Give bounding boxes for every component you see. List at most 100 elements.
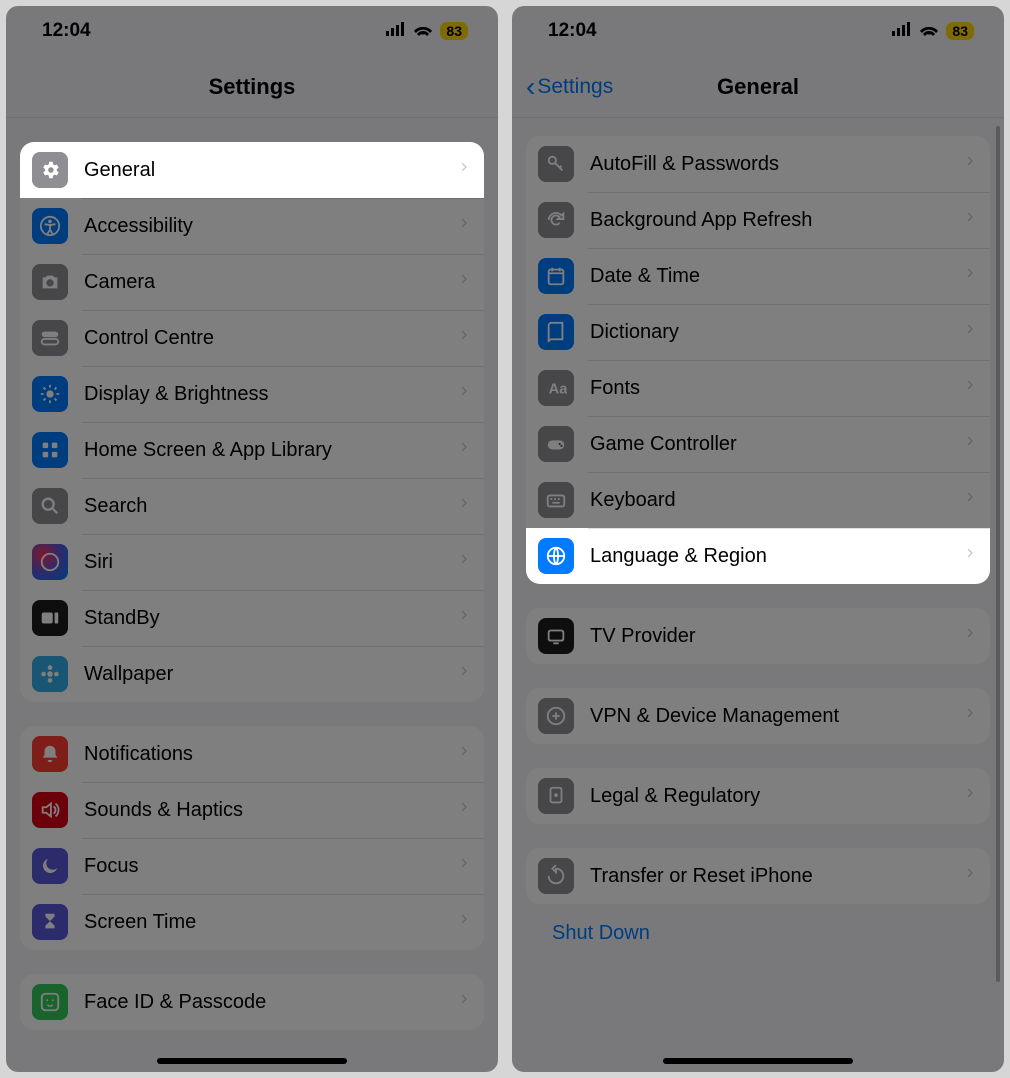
chevron-right-icon <box>964 864 976 888</box>
row-camera[interactable]: Camera <box>20 254 484 310</box>
reset-icon <box>538 858 574 894</box>
chevron-right-icon <box>458 494 470 518</box>
chevron-right-icon <box>964 376 976 400</box>
row-fonts[interactable]: Fonts <box>526 360 990 416</box>
chevron-right-icon <box>964 624 976 648</box>
settings-screen: 12:04 83 Settings GeneralAccessibilityCa… <box>6 6 498 1072</box>
row-label: Fonts <box>590 377 964 400</box>
row-label: Accessibility <box>84 215 458 238</box>
refresh-icon <box>538 202 574 238</box>
chevron-right-icon <box>964 432 976 456</box>
row-language-region[interactable]: Language & Region <box>526 528 990 584</box>
chevron-right-icon <box>458 326 470 350</box>
row-label: VPN & Device Management <box>590 705 964 728</box>
row-transfer-reset[interactable]: Transfer or Reset iPhone <box>526 848 990 904</box>
grid-icon <box>32 432 68 468</box>
row-date-time[interactable]: Date & Time <box>526 248 990 304</box>
row-game-controller[interactable]: Game Controller <box>526 416 990 472</box>
row-wallpaper[interactable]: Wallpaper <box>20 646 484 702</box>
moon-icon <box>32 848 68 884</box>
row-legal[interactable]: Legal & Regulatory <box>526 768 990 824</box>
chevron-right-icon <box>458 158 470 182</box>
scrollbar[interactable] <box>996 126 1000 982</box>
bell-icon <box>32 736 68 772</box>
chevron-right-icon <box>964 264 976 288</box>
row-control-centre[interactable]: Control Centre <box>20 310 484 366</box>
back-button[interactable]: ‹ Settings <box>526 71 613 103</box>
shutdown-link[interactable]: Shut Down <box>526 904 990 963</box>
accessibility-icon <box>32 208 68 244</box>
row-home-screen[interactable]: Home Screen & App Library <box>20 422 484 478</box>
row-keyboard[interactable]: Keyboard <box>526 472 990 528</box>
row-label: Camera <box>84 271 458 294</box>
row-notifications[interactable]: Notifications <box>20 726 484 782</box>
battery-badge: 83 <box>440 22 468 40</box>
chevron-right-icon <box>458 798 470 822</box>
wifi-icon <box>413 20 433 42</box>
key-icon <box>538 146 574 182</box>
row-faceid[interactable]: Face ID & Passcode <box>20 974 484 1030</box>
row-siri[interactable]: Siri <box>20 534 484 590</box>
speaker-icon <box>32 792 68 828</box>
row-label: Dictionary <box>590 321 964 344</box>
faceid-icon <box>32 984 68 1020</box>
row-dictionary[interactable]: Dictionary <box>526 304 990 360</box>
chevron-right-icon <box>458 214 470 238</box>
row-display-brightness[interactable]: Display & Brightness <box>20 366 484 422</box>
row-general[interactable]: General <box>20 142 484 198</box>
toggles-icon <box>32 320 68 356</box>
chevron-right-icon <box>458 382 470 406</box>
book-icon <box>538 314 574 350</box>
chevron-right-icon <box>458 910 470 934</box>
battery-badge: 83 <box>946 22 974 40</box>
status-bar: 12:04 83 <box>512 6 1004 56</box>
home-indicator[interactable] <box>663 1058 853 1064</box>
row-screen-time[interactable]: Screen Time <box>20 894 484 950</box>
row-tv-provider[interactable]: TV Provider <box>526 608 990 664</box>
nav-bar: ‹ Settings General <box>512 56 1004 118</box>
general-group-1: AutoFill & Passwords Background App Refre… <box>526 136 990 584</box>
row-autofill[interactable]: AutoFill & Passwords <box>526 136 990 192</box>
camera-icon <box>32 264 68 300</box>
row-label: Date & Time <box>590 265 964 288</box>
settings-group-security: Face ID & Passcode <box>20 974 484 1030</box>
chevron-right-icon <box>964 704 976 728</box>
row-label: Legal & Regulatory <box>590 785 964 808</box>
row-accessibility[interactable]: Accessibility <box>20 198 484 254</box>
chevron-right-icon <box>458 550 470 574</box>
chevron-right-icon <box>964 208 976 232</box>
settings-group-alerts: Notifications Sounds & Haptics Focus Screen… <box>20 726 484 950</box>
row-label: Notifications <box>84 743 458 766</box>
row-focus[interactable]: Focus <box>20 838 484 894</box>
chevron-right-icon <box>458 742 470 766</box>
status-time: 12:04 <box>548 20 597 42</box>
chevron-right-icon <box>964 544 976 568</box>
tv-icon <box>538 618 574 654</box>
fonts-icon <box>538 370 574 406</box>
gear-icon <box>32 152 68 188</box>
page-title: General <box>717 74 799 100</box>
row-vpn[interactable]: VPN & Device Management <box>526 688 990 744</box>
chevron-right-icon <box>458 606 470 630</box>
row-label: Face ID & Passcode <box>84 991 458 1014</box>
cert-icon <box>538 778 574 814</box>
general-group-vpn: VPN & Device Management <box>526 688 990 744</box>
row-label: Siri <box>84 551 458 574</box>
home-indicator[interactable] <box>157 1058 347 1064</box>
chevron-right-icon <box>458 662 470 686</box>
flower-icon <box>32 656 68 692</box>
row-bg-refresh[interactable]: Background App Refresh <box>526 192 990 248</box>
back-label: Settings <box>537 75 613 99</box>
row-label: Search <box>84 495 458 518</box>
chevron-right-icon <box>964 152 976 176</box>
row-label: Focus <box>84 855 458 878</box>
keyboard-icon <box>538 482 574 518</box>
chevron-right-icon <box>458 438 470 462</box>
chevron-right-icon <box>458 270 470 294</box>
row-label: General <box>84 159 458 182</box>
row-sounds-haptics[interactable]: Sounds & Haptics <box>20 782 484 838</box>
row-search[interactable]: Search <box>20 478 484 534</box>
row-standby[interactable]: StandBy <box>20 590 484 646</box>
general-group-tv: TV Provider <box>526 608 990 664</box>
row-label: Background App Refresh <box>590 209 964 232</box>
